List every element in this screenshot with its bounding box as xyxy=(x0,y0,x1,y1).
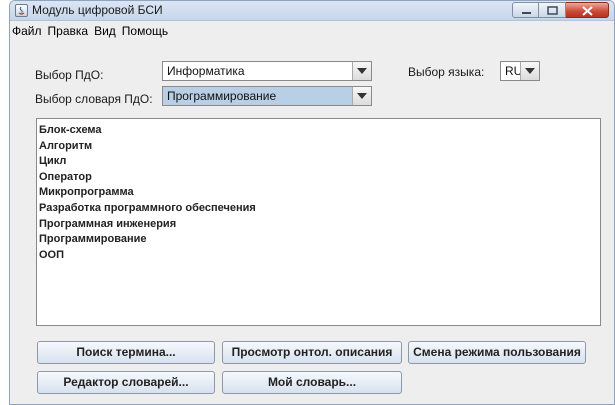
search-term-button[interactable]: Поиск термина... xyxy=(37,341,215,364)
list-item[interactable]: ООП xyxy=(39,248,598,264)
language-label: Выбор языка: xyxy=(408,65,485,79)
close-button[interactable] xyxy=(566,2,609,18)
dictionary-editor-button[interactable]: Редактор словарей... xyxy=(37,371,215,394)
window-controls xyxy=(512,2,609,18)
java-app-icon xyxy=(15,4,28,17)
subject-value: Информатика xyxy=(167,64,245,78)
list-item[interactable]: Цикл xyxy=(39,154,598,170)
dictionary-label: Выбор словаря ПдО: xyxy=(35,92,153,106)
terms-list[interactable]: Блок-схема Алгоритм Цикл Оператор Микроп… xyxy=(36,118,601,326)
list-item[interactable]: Программная инженерия xyxy=(39,217,598,233)
window-title: Модуль цифровой БСИ xyxy=(32,3,163,17)
change-mode-button[interactable]: Смена режима пользования xyxy=(408,341,586,364)
list-item[interactable]: Программирование xyxy=(39,232,598,248)
title-bar[interactable]: Модуль цифровой БСИ xyxy=(10,1,614,21)
view-description-button[interactable]: Просмотр онтол. описания xyxy=(222,341,402,364)
menu-help[interactable]: Помощь xyxy=(120,22,172,41)
menu-edit[interactable]: Правка xyxy=(46,22,93,41)
minimize-button[interactable] xyxy=(512,2,539,18)
list-item[interactable]: Блок-схема xyxy=(39,123,598,139)
chevron-down-icon[interactable] xyxy=(352,62,371,80)
subject-label: Выбор ПдО: xyxy=(35,68,104,82)
chevron-down-icon[interactable] xyxy=(352,87,371,105)
maximize-button[interactable] xyxy=(539,2,566,18)
list-item[interactable]: Микропрограмма xyxy=(39,185,598,201)
chevron-down-icon[interactable] xyxy=(520,62,539,80)
menu-bar: Файл Правка Вид Помощь xyxy=(10,22,614,41)
dictionary-select[interactable]: Программирование xyxy=(162,86,372,106)
list-item[interactable]: Алгоритм xyxy=(39,139,598,155)
my-dictionary-button[interactable]: Мой словарь... xyxy=(222,371,402,394)
app-window: Модуль цифровой БСИ Файл Правка Вид Помо… xyxy=(9,0,615,405)
menu-file[interactable]: Файл xyxy=(10,22,46,41)
list-item[interactable]: Оператор xyxy=(39,170,598,186)
menu-view[interactable]: Вид xyxy=(92,22,120,41)
language-select[interactable]: RU xyxy=(500,61,540,81)
subject-select[interactable]: Информатика xyxy=(162,61,372,81)
dictionary-value: Программирование xyxy=(167,89,277,103)
list-item[interactable]: Разработка программного обеспечения xyxy=(39,201,598,217)
